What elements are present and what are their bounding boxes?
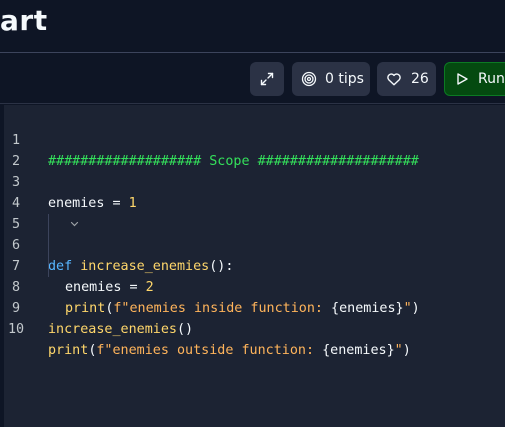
expand-button[interactable] <box>250 62 284 96</box>
code-line: 7 print(f"enemies inside function: {enem… <box>0 235 505 316</box>
code-string: " <box>394 343 403 358</box>
code-line: 6 enemies = 2 <box>0 214 505 295</box>
code-editor[interactable]: 1 ################### Scope ############… <box>0 105 505 427</box>
code-line: 1 ################### Scope ############… <box>0 109 505 169</box>
code-line: 2 <box>0 130 505 169</box>
code-line: 4 <box>0 172 505 211</box>
code-punctuation: () <box>177 322 194 337</box>
code-line: 5 def increase_enemies(): <box>0 193 505 274</box>
page-header: art <box>0 0 505 53</box>
code-line: 9 increase_enemies() <box>0 277 505 337</box>
play-triangle-icon <box>455 72 469 86</box>
indent-guide <box>48 256 49 277</box>
line-number: 10 <box>7 322 25 337</box>
code-line: 10 print(f"enemies outside function: {en… <box>0 298 505 358</box>
code-string: f"enemies outside function: <box>96 343 323 358</box>
code-punctuation: ) <box>402 343 411 358</box>
run-button[interactable]: Run <box>444 62 505 96</box>
code-function-call: increase_enemies <box>48 322 177 337</box>
code-line: 8 <box>0 256 505 295</box>
likes-count: 26 <box>411 71 429 87</box>
indent-guide <box>48 214 49 235</box>
run-label: Run <box>478 71 505 87</box>
toolbar: 0 tips 26 Run <box>0 54 505 104</box>
indent-guide <box>48 235 49 256</box>
code-line: 3 enemies = 1 <box>0 151 505 211</box>
like-button[interactable]: 26 <box>377 62 436 96</box>
page-title: art <box>0 4 48 37</box>
heart-icon <box>386 71 402 87</box>
tips-label: 0 tips <box>325 71 364 87</box>
code-fstring-expression: {enemies} <box>322 343 395 358</box>
tips-button[interactable]: 0 tips <box>292 62 370 96</box>
expand-arrows-icon <box>259 71 275 87</box>
target-rings-icon <box>301 71 317 87</box>
code-function-call: print <box>48 343 89 358</box>
